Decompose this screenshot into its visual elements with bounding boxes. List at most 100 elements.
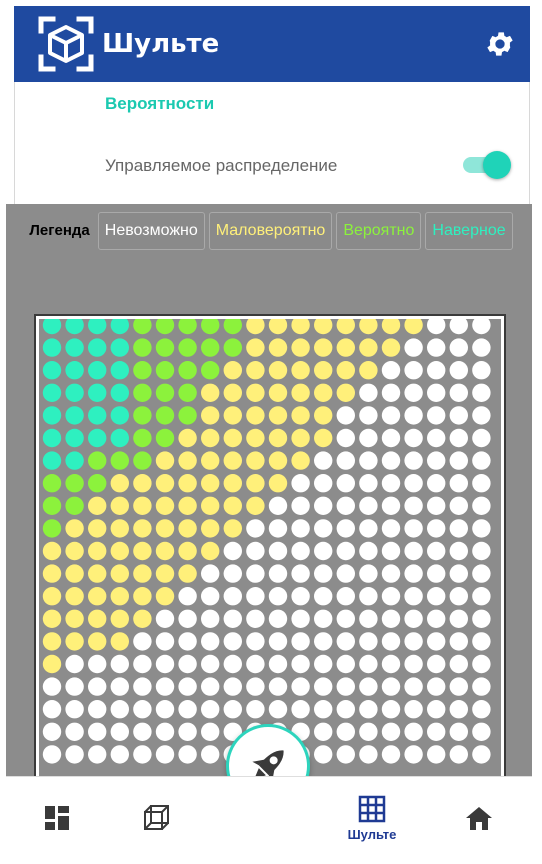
grid-cell[interactable] <box>65 632 84 651</box>
grid-cell[interactable] <box>65 319 84 335</box>
grid-cell[interactable] <box>201 632 220 651</box>
grid-cell[interactable] <box>88 383 107 402</box>
grid-cell[interactable] <box>404 654 423 674</box>
grid-cell[interactable] <box>427 541 446 561</box>
grid-cell[interactable] <box>155 428 175 448</box>
grid-cell[interactable] <box>427 722 446 741</box>
grid-cell[interactable] <box>133 519 152 538</box>
grid-cell[interactable] <box>291 564 310 583</box>
grid-cell[interactable] <box>381 451 401 470</box>
grid-cell[interactable] <box>223 700 242 719</box>
grid-cell[interactable] <box>268 406 288 425</box>
grid-cell[interactable] <box>336 609 355 628</box>
grid-cell[interactable] <box>42 451 62 470</box>
grid-cell[interactable] <box>336 700 355 719</box>
grid-cell[interactable] <box>359 700 378 719</box>
grid-cell[interactable] <box>133 541 152 561</box>
grid-cell[interactable] <box>449 319 468 335</box>
grid-cell[interactable] <box>314 361 333 380</box>
grid-cell[interactable] <box>291 338 310 357</box>
grid-cell[interactable] <box>381 722 401 741</box>
grid-cell[interactable] <box>133 700 152 719</box>
grid-cell[interactable] <box>178 319 197 335</box>
grid-cell[interactable] <box>223 587 242 606</box>
grid-cell[interactable] <box>381 541 401 561</box>
grid-cell[interactable] <box>268 319 288 335</box>
grid-cell[interactable] <box>472 700 491 719</box>
grid-cell[interactable] <box>427 609 446 628</box>
grid-cell[interactable] <box>155 338 175 357</box>
settings-gear-icon[interactable] <box>482 26 518 62</box>
grid-cell[interactable] <box>404 609 423 628</box>
grid-cell[interactable] <box>246 428 265 448</box>
grid-cell[interactable] <box>427 564 446 583</box>
legend-impossible-button[interactable]: Невозможно <box>97 212 205 250</box>
grid-cell[interactable] <box>314 677 333 696</box>
grid-cell[interactable] <box>223 609 242 628</box>
grid-cell[interactable] <box>155 474 175 493</box>
grid-cell[interactable] <box>336 722 355 741</box>
grid-cell[interactable] <box>133 406 152 425</box>
grid-cell[interactable] <box>178 587 197 606</box>
grid-cell[interactable] <box>314 632 333 651</box>
grid-cell[interactable] <box>178 564 197 583</box>
grid-cell[interactable] <box>359 474 378 493</box>
grid-cell[interactable] <box>359 383 378 402</box>
grid-cell[interactable] <box>201 319 220 335</box>
grid-cell[interactable] <box>42 632 62 651</box>
grid-cell[interactable] <box>223 541 242 561</box>
grid-cell[interactable] <box>359 406 378 425</box>
grid-cell[interactable] <box>449 745 468 764</box>
grid-cell[interactable] <box>155 451 175 470</box>
grid-cell[interactable] <box>133 654 152 674</box>
grid-cell[interactable] <box>268 496 288 515</box>
grid-cell[interactable] <box>223 338 242 357</box>
grid-cell[interactable] <box>359 745 378 764</box>
grid-cell[interactable] <box>155 361 175 380</box>
grid-cell[interactable] <box>42 654 62 674</box>
grid-cell[interactable] <box>201 361 220 380</box>
grid-cell[interactable] <box>42 745 62 764</box>
grid-cell[interactable] <box>359 677 378 696</box>
grid-cell[interactable] <box>291 632 310 651</box>
grid-cell[interactable] <box>65 338 84 357</box>
grid-cell[interactable] <box>65 519 84 538</box>
grid-cell[interactable] <box>88 406 107 425</box>
grid-cell[interactable] <box>472 496 491 515</box>
grid-cell[interactable] <box>359 654 378 674</box>
grid-cell[interactable] <box>110 319 129 335</box>
grid-cell[interactable] <box>427 361 446 380</box>
grid-cell[interactable] <box>449 428 468 448</box>
grid-cell[interactable] <box>427 496 446 515</box>
grid-cell[interactable] <box>336 564 355 583</box>
grid-cell[interactable] <box>201 383 220 402</box>
grid-cell[interactable] <box>178 406 197 425</box>
grid-cell[interactable] <box>314 722 333 741</box>
grid-cell[interactable] <box>246 319 265 335</box>
grid-cell[interactable] <box>133 451 152 470</box>
grid-cell[interactable] <box>268 654 288 674</box>
grid-cell[interactable] <box>359 609 378 628</box>
grid-cell[interactable] <box>381 677 401 696</box>
grid-cell[interactable] <box>449 654 468 674</box>
grid-cell[interactable] <box>201 496 220 515</box>
grid-cell[interactable] <box>314 428 333 448</box>
grid-cell[interactable] <box>133 474 152 493</box>
grid-cell[interactable] <box>472 632 491 651</box>
grid-cell[interactable] <box>314 319 333 335</box>
grid-cell[interactable] <box>110 722 129 741</box>
grid-cell[interactable] <box>268 700 288 719</box>
grid-cell[interactable] <box>65 564 84 583</box>
grid-cell[interactable] <box>42 338 62 357</box>
grid-cell[interactable] <box>472 474 491 493</box>
grid-cell[interactable] <box>178 338 197 357</box>
grid-cell[interactable] <box>404 496 423 515</box>
grid-cell[interactable] <box>155 383 175 402</box>
grid-cell[interactable] <box>427 338 446 357</box>
grid-cell[interactable] <box>404 587 423 606</box>
grid-cell[interactable] <box>404 677 423 696</box>
grid-cell[interactable] <box>268 609 288 628</box>
grid-cell[interactable] <box>336 451 355 470</box>
grid-cell[interactable] <box>155 700 175 719</box>
grid-cell[interactable] <box>88 361 107 380</box>
